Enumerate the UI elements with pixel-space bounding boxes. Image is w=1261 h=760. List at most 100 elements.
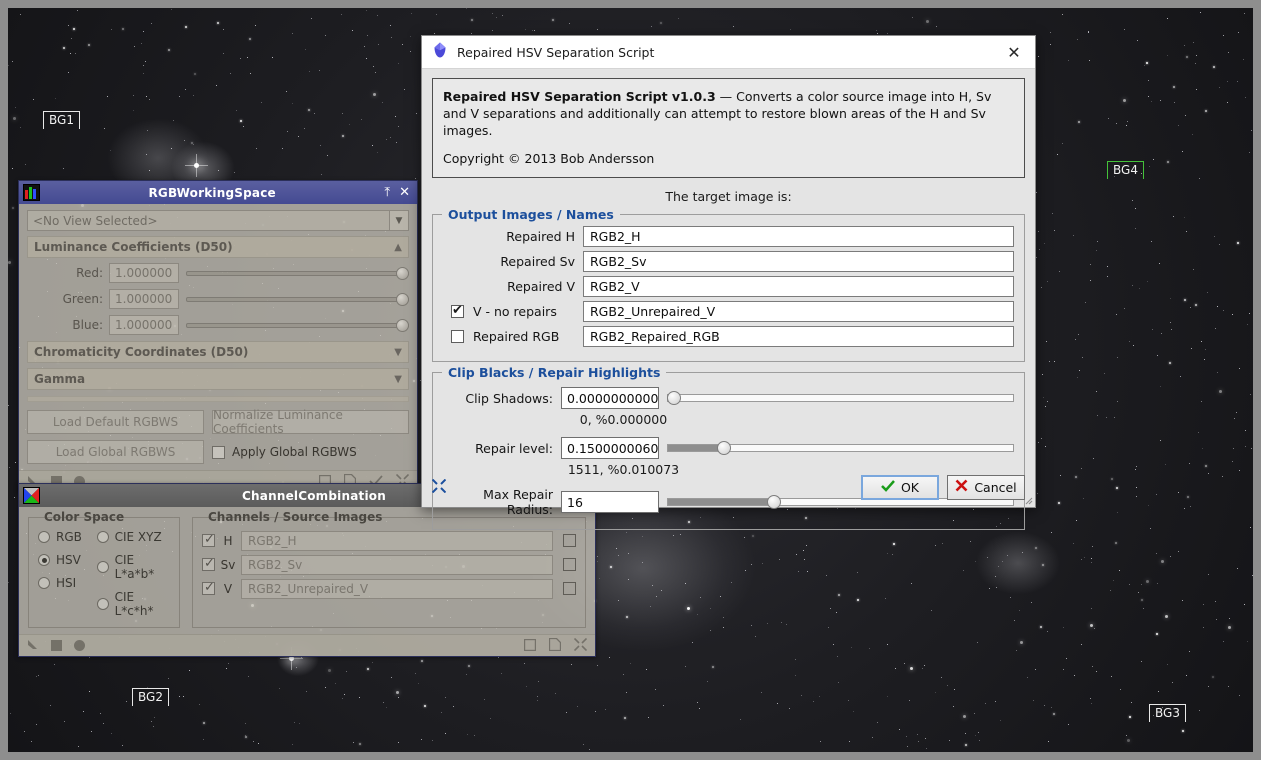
- output-image-checkbox-label[interactable]: V - no repairs: [443, 304, 583, 319]
- close-button[interactable]: ✕: [399, 186, 410, 199]
- collapse-button[interactable]: ⤒: [384, 186, 390, 199]
- arrow-cursor-icon[interactable]: [27, 636, 39, 655]
- load-default-rgbws-button[interactable]: Load Default RGBWS: [27, 410, 204, 434]
- script-dialog-title: Repaired HSV Separation Script: [457, 45, 999, 60]
- chevron-down-icon[interactable]: ▼: [394, 347, 402, 358]
- clip-shadows-slider[interactable]: [667, 388, 1014, 408]
- view-selector[interactable]: <No View Selected> ▼: [27, 210, 409, 231]
- channel-row: HRGB2_H: [202, 530, 576, 551]
- luminance-row-label: Red:: [27, 266, 109, 280]
- channel-label: H: [215, 534, 241, 548]
- slider-track: [667, 394, 1014, 402]
- output-image-name-input[interactable]: RGB2_Sv: [583, 251, 1014, 272]
- output-image-label: Repaired RGB: [473, 329, 559, 344]
- slider-handle[interactable]: [667, 391, 681, 405]
- section-gamma-label: Gamma: [34, 372, 85, 386]
- luminance-row-label: Blue:: [27, 318, 109, 332]
- output-images-legend: Output Images / Names: [442, 207, 620, 222]
- radio-button: [38, 531, 50, 543]
- output-image-checkbox[interactable]: [451, 305, 464, 318]
- chevron-up-icon[interactable]: ▲: [394, 242, 402, 253]
- luminance-row-slider[interactable]: [186, 315, 409, 335]
- rgbworkingspace-titlebar[interactable]: RGBWorkingSpace ⤒ ✕: [19, 181, 417, 204]
- output-image-label: Repaired Sv: [443, 254, 583, 269]
- script-heading: Repaired HSV Separation Script v1.0.3: [443, 89, 716, 104]
- new-instance-icon[interactable]: [524, 636, 536, 655]
- script-dialog-titlebar[interactable]: Repaired HSV Separation Script ✕: [422, 36, 1035, 69]
- color-space-option-rgb[interactable]: RGB: [38, 530, 91, 544]
- circle-icon[interactable]: [74, 636, 85, 655]
- section-gamma[interactable]: Gamma ▼: [27, 368, 409, 390]
- color-space-option-cie-l-a-b-[interactable]: CIE L*a*b*: [97, 553, 170, 581]
- repaired-hsv-separation-script-dialog[interactable]: Repaired HSV Separation Script ✕ Repaire…: [421, 35, 1036, 508]
- output-image-name-input[interactable]: RGB2_Unrepaired_V: [583, 301, 1014, 322]
- channel-view-select-button[interactable]: [563, 558, 576, 571]
- slider-handle[interactable]: [396, 267, 409, 280]
- new-instance-icon[interactable]: [432, 478, 446, 497]
- channelcombination-toolbar[interactable]: [19, 634, 595, 656]
- section-chromaticity-label: Chromaticity Coordinates (D50): [34, 345, 248, 359]
- bg-preview-label[interactable]: BG1: [43, 111, 80, 129]
- clip-shadows-input[interactable]: 0.0000000000: [561, 387, 659, 409]
- bg-preview-label[interactable]: BG2: [132, 688, 169, 706]
- color-space-option-cie-l-c-h-[interactable]: CIE L*c*h*: [97, 590, 170, 618]
- color-space-option-hsv[interactable]: HSV: [38, 553, 91, 567]
- luminance-row-slider[interactable]: [186, 289, 409, 309]
- ok-button-label: OK: [901, 480, 919, 495]
- channel-checkbox[interactable]: [202, 534, 215, 547]
- radio-button: [97, 598, 109, 610]
- luminance-row-slider[interactable]: [186, 263, 409, 283]
- luminance-row-value[interactable]: 1.000000: [109, 263, 179, 283]
- output-image-checkbox[interactable]: [451, 330, 464, 343]
- apply-global-rgbws-label: Apply Global RGBWS: [232, 445, 357, 459]
- section-chromaticity-coordinates[interactable]: Chromaticity Coordinates (D50) ▼: [27, 341, 409, 363]
- color-space-option-hsi[interactable]: HSI: [38, 576, 91, 590]
- output-image-name-input[interactable]: RGB2_Repaired_RGB: [583, 326, 1014, 347]
- chevron-down-icon[interactable]: ▼: [389, 211, 408, 230]
- output-images-group: Output Images / Names Repaired HRGB2_HRe…: [432, 214, 1025, 362]
- channel-source-input[interactable]: RGB2_Unrepaired_V: [241, 579, 553, 599]
- slider-track: [186, 297, 409, 302]
- output-image-name-input[interactable]: RGB2_H: [583, 226, 1014, 247]
- luminance-row-value[interactable]: 1.000000: [109, 289, 179, 309]
- apply-global-rgbws-checkbox[interactable]: Apply Global RGBWS: [212, 445, 357, 459]
- output-image-label: V - no repairs: [473, 304, 557, 319]
- square-icon[interactable]: [51, 636, 62, 655]
- channel-view-select-button[interactable]: [563, 582, 576, 595]
- section-luminance-coefficients[interactable]: Luminance Coefficients (D50) ▲: [27, 236, 409, 258]
- ok-button[interactable]: OK: [861, 475, 939, 500]
- normalize-luminance-coefficients-button[interactable]: Normalize Luminance Coefficients: [212, 410, 409, 434]
- output-image-checkbox-label[interactable]: Repaired RGB: [443, 329, 583, 344]
- channel-label: Sv: [215, 558, 241, 572]
- bg-preview-label[interactable]: BG3: [1149, 704, 1186, 722]
- output-image-name-input[interactable]: RGB2_V: [583, 276, 1014, 297]
- output-image-row: V - no repairs RGB2_Unrepaired_V: [443, 301, 1014, 322]
- chevron-down-icon[interactable]: ▼: [394, 374, 402, 385]
- collapse-arrows-icon[interactable]: [574, 636, 587, 655]
- slider-handle[interactable]: [396, 319, 409, 332]
- document-icon[interactable]: [549, 636, 561, 655]
- channel-checkbox[interactable]: [202, 582, 215, 595]
- channel-view-select-button[interactable]: [563, 534, 576, 547]
- section-luminance-label: Luminance Coefficients (D50): [34, 240, 233, 254]
- load-global-rgbws-button[interactable]: Load Global RGBWS: [27, 440, 204, 464]
- bg-preview-label[interactable]: BG4: [1107, 161, 1144, 179]
- luminance-row: Red:1.000000: [27, 262, 409, 284]
- cancel-button[interactable]: Cancel: [947, 475, 1025, 500]
- color-space-option-label: HSV: [56, 553, 81, 567]
- channel-source-input[interactable]: RGB2_Sv: [241, 555, 553, 575]
- slider-handle[interactable]: [396, 293, 409, 306]
- channel-source-input[interactable]: RGB2_H: [241, 531, 553, 551]
- resize-grip-icon[interactable]: [1023, 495, 1033, 505]
- rgbworkingspace-window[interactable]: RGBWorkingSpace ⤒ ✕ <No View Selected> ▼…: [18, 180, 418, 493]
- view-selector-value: <No View Selected>: [33, 214, 158, 228]
- channel-checkbox[interactable]: [202, 558, 215, 571]
- repair-level-slider[interactable]: [667, 438, 1014, 458]
- color-space-option-cie-xyz[interactable]: CIE XYZ: [97, 530, 170, 544]
- repair-level-input[interactable]: 0.1500000060: [561, 437, 659, 459]
- luminance-row-value[interactable]: 1.000000: [109, 315, 179, 335]
- slider-handle[interactable]: [717, 441, 731, 455]
- output-image-label: Repaired H: [443, 229, 583, 244]
- clip-shadows-readout: 0, %0.000000: [443, 412, 1014, 427]
- close-icon[interactable]: ✕: [999, 38, 1029, 66]
